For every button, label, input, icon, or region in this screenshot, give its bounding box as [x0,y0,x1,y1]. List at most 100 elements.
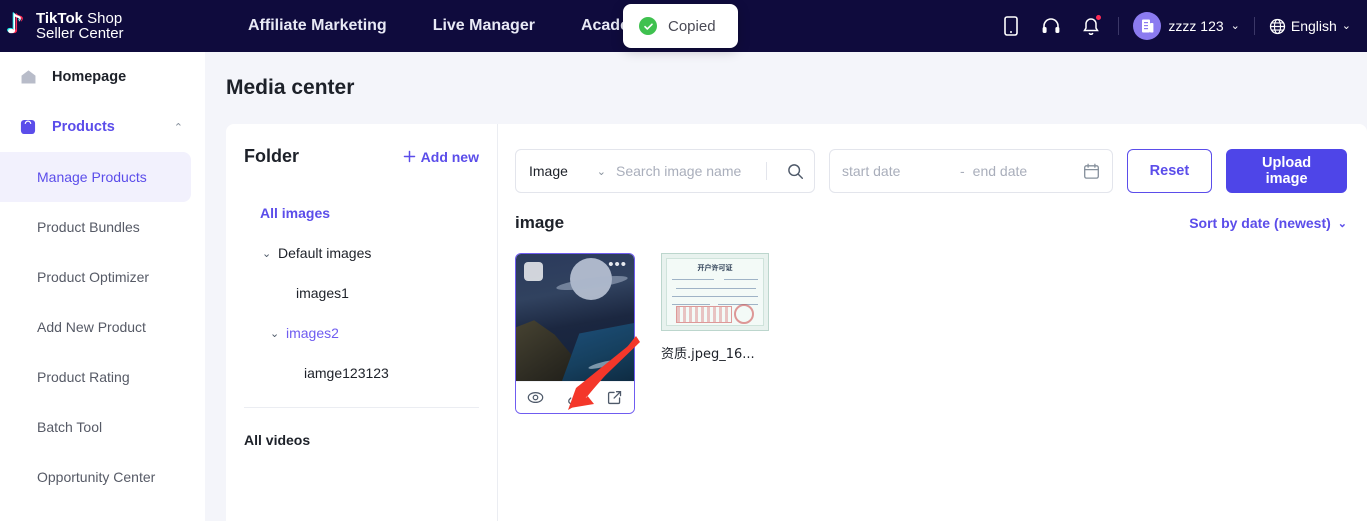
upload-image-button[interactable]: Upload image [1226,149,1347,193]
add-new-label: Add new [421,149,479,165]
certificate-line [672,296,758,297]
date-range-separator: - [960,163,965,179]
certificate-line [724,279,758,280]
media-type-value: Image [529,163,568,179]
tiktok-note-icon: ♪ ♪ ♪ [6,11,32,41]
folder-node-iamge123123[interactable]: iamge123123 [244,353,479,393]
media-center-panel: Folder Add new ⌄ All images ⌄ Default im… [226,124,1367,521]
header-divider-1 [1118,17,1119,35]
media-thumbnail: ••• [516,254,634,381]
toast-message: Copied [668,18,716,35]
sidebar: Homepage Products ⌃ Manage Products Prod… [0,52,205,521]
sidebar-item-batch-tool[interactable]: Batch Tool [0,402,205,452]
folder-node-images1[interactable]: images1 [244,273,479,313]
mobile-icon[interactable] [998,13,1024,39]
globe-icon [1269,18,1286,35]
bell-icon[interactable] [1078,13,1104,39]
certificate-line [672,304,710,305]
page-title: Media center [205,52,1367,100]
search-input[interactable] [616,163,757,179]
folder-label: iamge123123 [304,365,389,381]
chevron-down-icon[interactable]: ⌄ [262,247,278,260]
folder-node-all-images[interactable]: ⌄ All images [244,193,479,233]
add-new-folder-button[interactable]: Add new [403,149,479,165]
link-icon[interactable] [562,386,588,410]
media-select-checkbox[interactable] [524,262,543,281]
media-file-name: 资质.jpeg_16... [661,343,769,362]
copied-toast: Copied [623,4,738,48]
sidebar-label-homepage: Homepage [52,69,126,85]
check-circle-icon [639,17,657,35]
chevron-down-icon: ⌄ [1231,21,1240,32]
header-divider-2 [1254,17,1255,35]
media-grid: ••• [498,233,1367,414]
sidebar-item-homepage[interactable]: Homepage [0,52,205,102]
nav-affiliate-marketing[interactable]: Affiliate Marketing [248,17,387,35]
folder-panel: Folder Add new ⌄ All images ⌄ Default im… [226,124,498,521]
folder-node-images2[interactable]: ⌄ images2 [244,313,479,353]
media-card[interactable]: 开户许可证 资质.jpeg_16... [661,253,769,414]
home-icon [18,69,38,85]
chevron-down-icon: ⌄ [1342,21,1351,32]
certificate-line [672,279,714,280]
certificate-stamp [676,306,732,323]
sidebar-item-products[interactable]: Products ⌃ [0,102,205,152]
notification-badge-dot [1095,14,1102,21]
sort-control[interactable]: Sort by date (newest) ⌄ [1189,215,1347,231]
reset-button[interactable]: Reset [1127,149,1213,193]
sort-label: Sort by date (newest) [1189,215,1331,231]
brand-logo[interactable]: ♪ ♪ ♪ TikTok Shop Seller Center [0,11,210,41]
media-content: Image ⌄ - [498,124,1367,521]
media-thumbnail: 开户许可证 [661,253,769,331]
sidebar-item-add-new-product[interactable]: Add New Product [0,302,205,352]
certificate-seal [734,304,754,324]
edit-icon[interactable] [601,386,627,410]
sidebar-item-product-optimizer[interactable]: Product Optimizer [0,252,205,302]
media-card[interactable]: ••• [515,253,635,414]
nav-live-manager[interactable]: Live Manager [433,17,535,35]
headset-icon[interactable] [1038,13,1064,39]
calendar-icon[interactable] [1083,163,1100,180]
folder-label: All images [260,205,330,221]
more-options-icon[interactable]: ••• [608,260,627,270]
gallery-header: image Sort by date (newest) ⌄ [498,193,1367,233]
search-divider [766,162,767,180]
date-range-picker[interactable]: - [829,149,1113,193]
sidebar-item-manage-products[interactable]: Manage Products [0,152,191,202]
start-date-input[interactable] [842,163,952,179]
avatar [1133,12,1161,40]
certificate-line [676,288,756,289]
media-action-bar [516,381,634,413]
account-menu[interactable]: zzzz 123 ⌄ [1133,12,1239,40]
sidebar-item-product-rating[interactable]: Product Rating [0,352,205,402]
gallery-section-title: image [515,213,564,233]
search-group: Image ⌄ [515,149,815,193]
sidebar-item-product-bundles[interactable]: Product Bundles [0,202,205,252]
main-nav: Affiliate Marketing Live Manager Academy [248,17,652,35]
folder-node-all-videos[interactable]: All videos [244,420,479,460]
folder-label: images2 [286,325,339,341]
sea-shape [562,323,634,381]
eye-icon[interactable] [523,386,549,410]
filter-bar: Image ⌄ - [498,124,1367,193]
brand-line-1: TikTok Shop [36,11,124,26]
certificate-title-text: 开户许可证 [662,263,768,273]
chevron-down-icon: ⌄ [597,165,606,178]
folder-node-default-images[interactable]: ⌄ Default images [244,233,479,273]
media-type-select[interactable]: Image ⌄ [516,150,616,192]
folder-label: Default images [278,245,371,261]
brand-line-2: Seller Center [36,26,124,41]
search-button[interactable] [776,150,814,192]
end-date-input[interactable] [973,163,1083,179]
products-bag-icon [18,119,38,135]
brand-text: TikTok Shop Seller Center [36,11,124,41]
plus-icon [403,150,416,163]
sidebar-item-opportunity-center[interactable]: Opportunity Center [0,452,205,502]
folder-divider [244,407,479,408]
chevron-down-icon: ⌄ [1338,217,1347,230]
chevron-down-icon[interactable]: ⌄ [270,327,286,340]
language-selector[interactable]: English ⌄ [1269,18,1351,35]
folder-tree: ⌄ All images ⌄ Default images images1 ⌄ … [244,193,479,393]
folder-header: Folder Add new [244,146,479,167]
app-root: ♪ ♪ ♪ TikTok Shop Seller Center Affiliat… [0,0,1367,521]
